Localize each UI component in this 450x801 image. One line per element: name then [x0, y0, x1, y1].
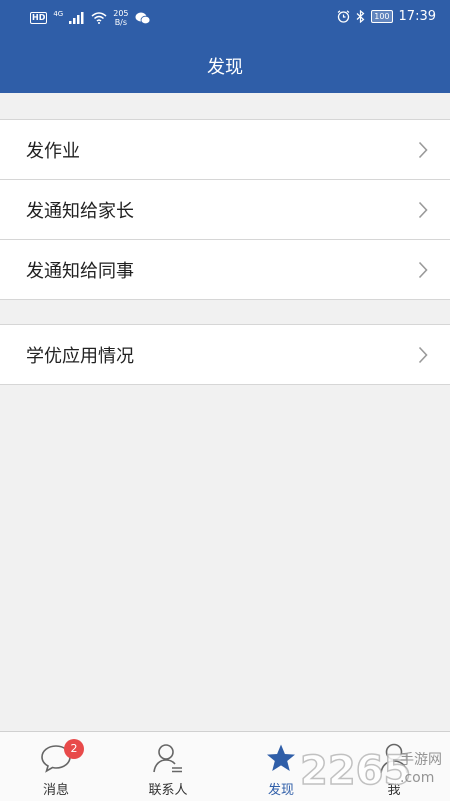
- menu-group-primary: 发作业 发通知给家长 发通知给同事: [0, 119, 450, 300]
- tab-contacts[interactable]: 联系人: [128, 732, 208, 801]
- status-right: 100 17:39: [337, 9, 436, 24]
- bottom-tab-bar: 2 消息 联系人 发现 我: [0, 731, 450, 801]
- tab-label: 联系人: [148, 783, 188, 798]
- speed-unit: B/s: [114, 18, 128, 27]
- tab-icon-wrapper: [379, 741, 409, 775]
- wechat-icon: [135, 12, 150, 24]
- menu-item-label: 发通知给同事: [26, 260, 134, 282]
- battery-indicator: 100: [371, 10, 393, 23]
- network-speed: 205 B/s: [113, 9, 128, 27]
- clock: 17:39: [398, 9, 436, 24]
- star-icon: [267, 744, 295, 771]
- tab-label: 消息: [42, 783, 69, 798]
- network-type: 4G: [53, 10, 64, 18]
- tab-label: 发现: [267, 783, 294, 798]
- title-bar: 发现: [0, 38, 450, 93]
- tab-discover[interactable]: 发现: [241, 732, 321, 801]
- tab-icon-wrapper: [152, 741, 184, 775]
- chevron-right-icon: [418, 201, 428, 218]
- contacts-icon: [153, 744, 182, 773]
- chevron-right-icon: [418, 346, 428, 363]
- tab-me[interactable]: 我: [354, 732, 434, 801]
- menu-item-label: 发作业: [26, 140, 80, 162]
- menu-item-homework[interactable]: 发作业: [0, 120, 450, 179]
- hd-indicator: HD: [30, 12, 48, 24]
- unread-badge: 2: [64, 739, 84, 759]
- chevron-right-icon: [418, 261, 428, 278]
- chevron-right-icon: [418, 141, 428, 158]
- tab-messages[interactable]: 2 消息: [16, 732, 96, 801]
- speed-value: 205: [113, 9, 129, 18]
- menu-item-label: 发通知给家长: [26, 200, 134, 222]
- bluetooth-icon: [356, 10, 365, 23]
- tab-icon-wrapper: 2: [40, 739, 84, 775]
- menu-item-notify-colleagues[interactable]: 发通知给同事: [0, 239, 450, 299]
- status-bar: HD 4G 205 B/s 100 17:39: [0, 0, 450, 38]
- menu-item-app-usage[interactable]: 学优应用情况: [0, 325, 450, 384]
- alarm-icon: [337, 10, 350, 23]
- menu-item-notify-parents[interactable]: 发通知给家长: [0, 179, 450, 239]
- person-icon: [380, 743, 408, 774]
- tab-icon-wrapper: [266, 741, 296, 775]
- status-left: HD 4G 205 B/s: [30, 9, 151, 27]
- menu-group-secondary: 学优应用情况: [0, 324, 450, 385]
- page-title: 发现: [207, 56, 243, 78]
- wifi-icon: [91, 12, 107, 24]
- menu-item-label: 学优应用情况: [26, 345, 134, 367]
- signal-icon: [69, 12, 84, 24]
- tab-label: 我: [387, 783, 401, 798]
